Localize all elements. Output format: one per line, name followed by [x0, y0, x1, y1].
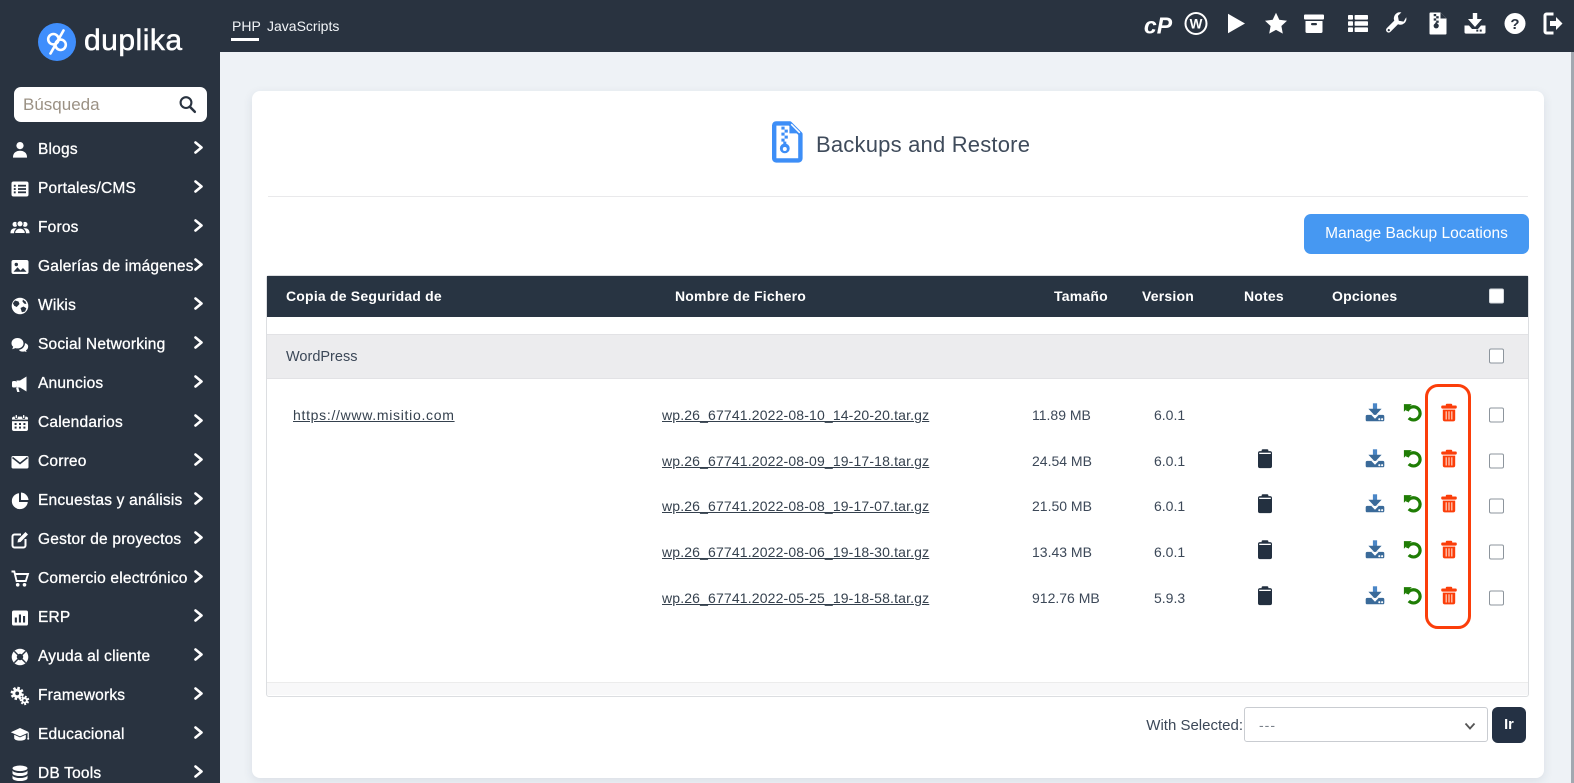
svg-text:?: ? — [1510, 16, 1519, 33]
svg-text:W: W — [1190, 16, 1203, 31]
